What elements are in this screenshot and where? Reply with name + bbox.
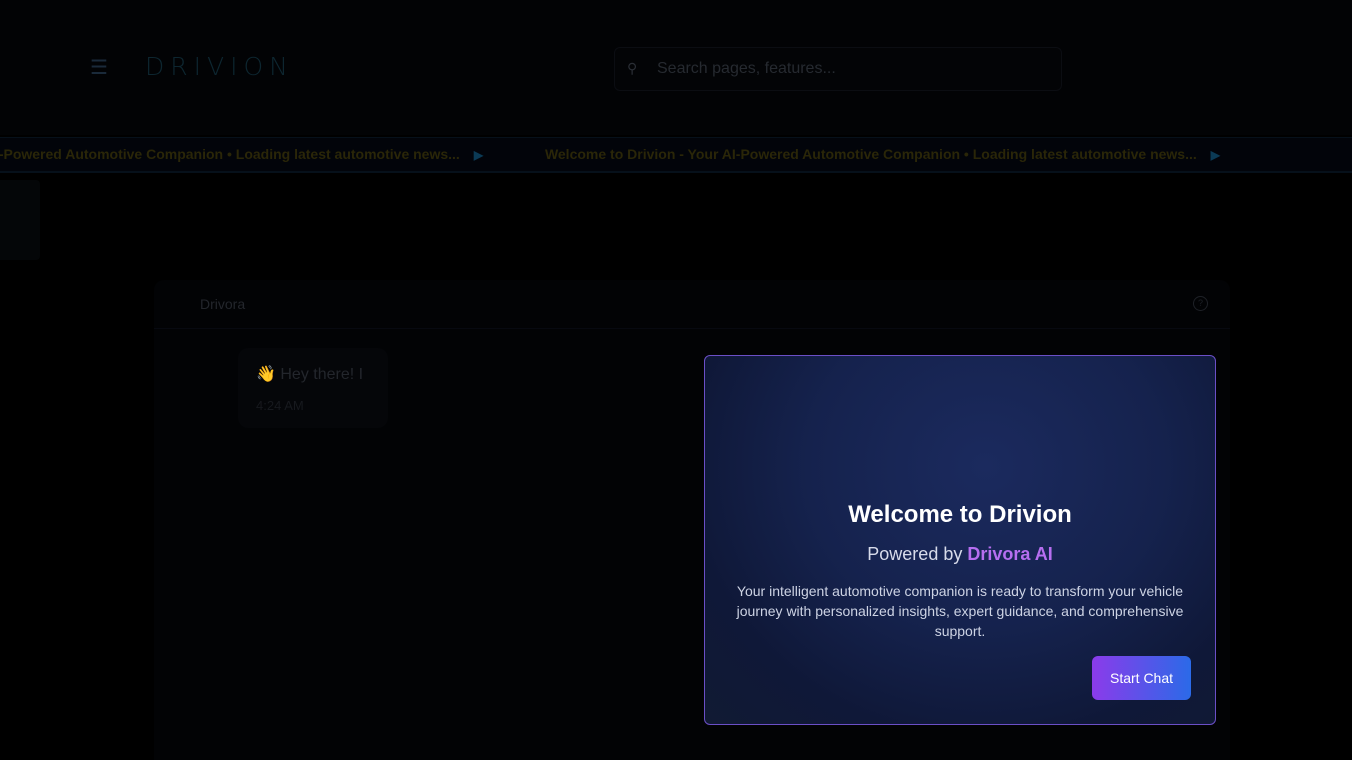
- start-chat-button[interactable]: Start Chat: [1092, 656, 1191, 700]
- play-icon: ▶: [473, 148, 484, 162]
- ticker-text: r AI-Powered Automotive Companion • Load…: [0, 146, 460, 162]
- side-tab[interactable]: [0, 180, 40, 260]
- help-icon[interactable]: ?: [1193, 296, 1208, 311]
- chat-title: Drivora: [200, 296, 246, 312]
- powered-prefix: Powered by: [867, 544, 963, 564]
- modal-title: Welcome to Drivion: [848, 501, 1072, 528]
- logo[interactable]: DRIVION: [145, 52, 294, 81]
- search-input[interactable]: [655, 56, 1049, 82]
- play-icon: ▶: [1210, 148, 1220, 162]
- message-text: 👋 Hey there! I: [256, 366, 364, 383]
- ticker-item: r AI-Powered Automotive Companion • Load…: [0, 146, 483, 162]
- powered-by: Powered by Drivora AI: [705, 544, 1215, 565]
- message-bubble: 👋 Hey there! I 4:24 AM: [238, 348, 388, 428]
- ticker-item: Welcome to Drivion - Your AI-Powered Aut…: [545, 146, 1220, 162]
- message-time: 4:24 AM: [256, 398, 304, 413]
- ticker-text: Welcome to Drivion - Your AI-Powered Aut…: [544, 146, 1197, 162]
- search-icon: ⚲: [627, 60, 638, 76]
- news-ticker: r AI-Powered Automotive Companion • Load…: [0, 137, 1352, 173]
- welcome-modal: Welcome to Drivion Powered by Drivora AI…: [704, 355, 1216, 725]
- powered-brand: Drivora AI: [967, 544, 1053, 564]
- chat-header: Drivora ?: [154, 280, 1230, 329]
- search-bar[interactable]: ⚲: [614, 47, 1062, 91]
- top-header: ☰ DRIVION ⚲: [0, 0, 1352, 135]
- modal-description: Your intelligent automotive companion is…: [736, 583, 1184, 639]
- hamburger-icon[interactable]: ☰: [90, 58, 110, 78]
